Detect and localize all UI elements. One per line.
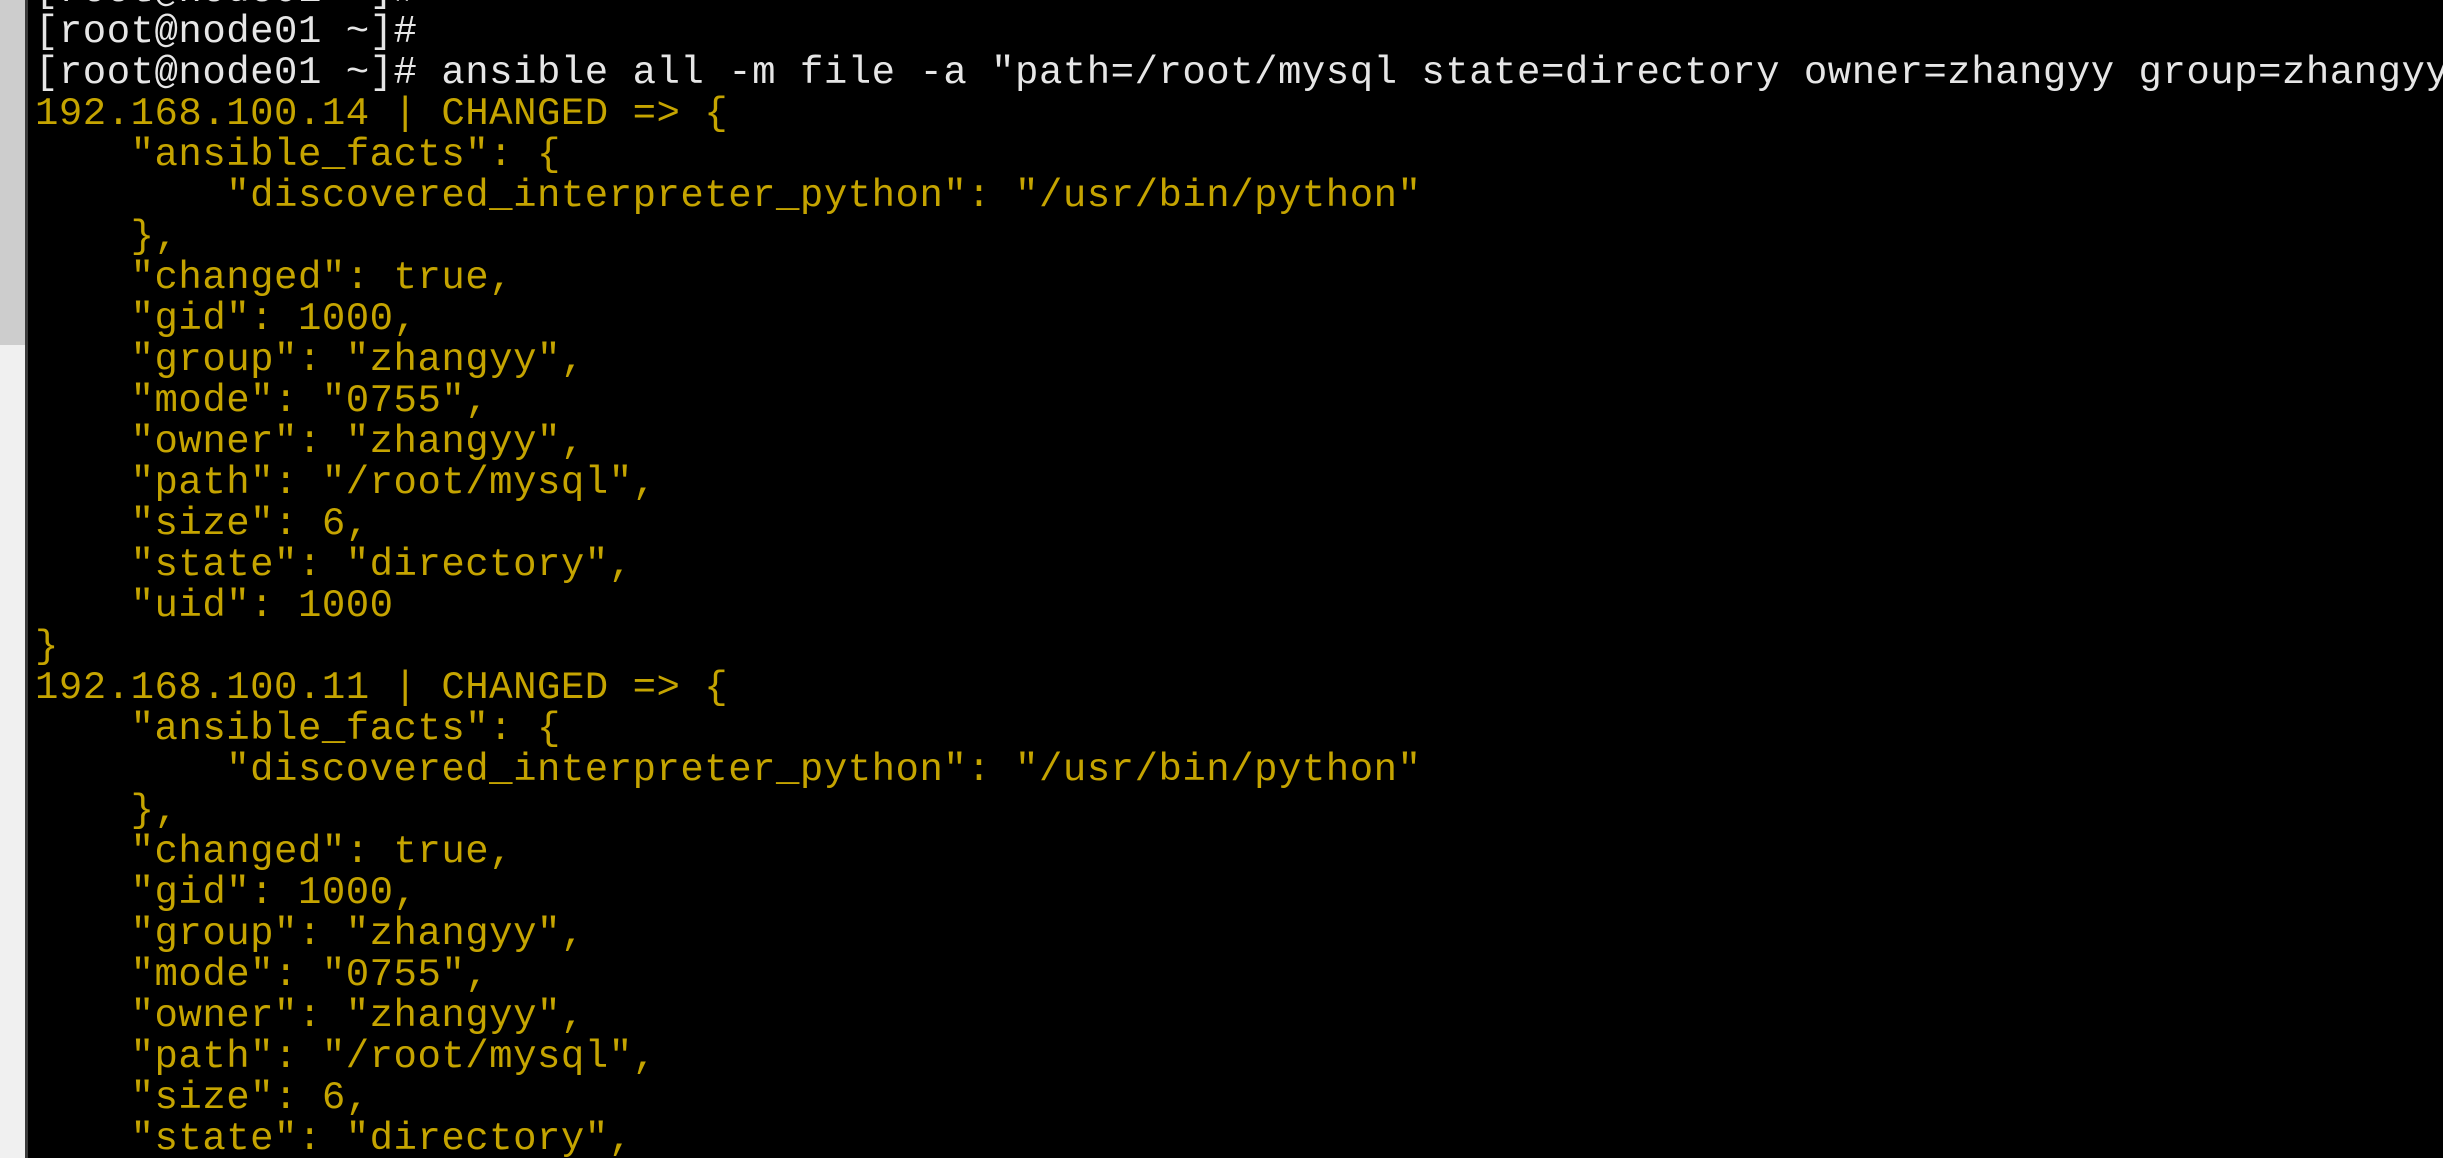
terminal-output-line: "path": "/root/mysql", [35,461,657,505]
terminal-output-line: "path": "/root/mysql", [35,1035,657,1079]
terminal-output-line: "state": "directory", [35,543,633,587]
terminal-output-line: "discovered_interpreter_python": "/usr/b… [35,174,1422,218]
terminal-output-line: }, [35,789,179,833]
terminal-output-line: "owner": "zhangyy", [35,994,585,1038]
terminal-command-line: [root@node01 ~]# ansible all -m file -a … [35,51,2443,95]
terminal-output-line: 192.168.100.11 | CHANGED => { [35,666,729,710]
terminal-output-line: "owner": "zhangyy", [35,420,585,464]
terminal-output-line: "gid": 1000, [35,871,418,915]
terminal-output-line: "gid": 1000, [35,297,418,341]
terminal-output-line: "size": 6, [35,1076,370,1120]
terminal-output-line: 192.168.100.14 | CHANGED => { [35,92,729,136]
scrollbar-thumb[interactable] [0,0,25,345]
terminal-output[interactable]: [root@node01 ~]#[root@node01 ~]#[root@no… [35,0,2443,1158]
terminal-output-line: }, [35,215,179,259]
window-divider [25,0,28,1158]
terminal-output-line: "group": "zhangyy", [35,912,585,956]
terminal-output-line: "state": "directory", [35,1117,633,1158]
terminal-output-line: "mode": "0755", [35,379,490,423]
terminal-output-line: "changed": true, [35,256,514,300]
terminal-output-line: "ansible_facts": { [35,707,561,751]
terminal-output-line: "changed": true, [35,830,514,874]
terminal-output-line: "group": "zhangyy", [35,338,585,382]
terminal-output-line: "mode": "0755", [35,953,490,997]
terminal-command-line: [root@node01 ~]# [35,10,418,54]
terminal-output-line: "discovered_interpreter_python": "/usr/b… [35,748,1422,792]
terminal-output-line: } [35,625,59,669]
terminal-output-line: "ansible_facts": { [35,133,561,177]
terminal-output-line: "uid": 1000 [35,584,394,628]
left-panel-edge [0,0,25,1158]
terminal-output-line: "size": 6, [35,502,370,546]
